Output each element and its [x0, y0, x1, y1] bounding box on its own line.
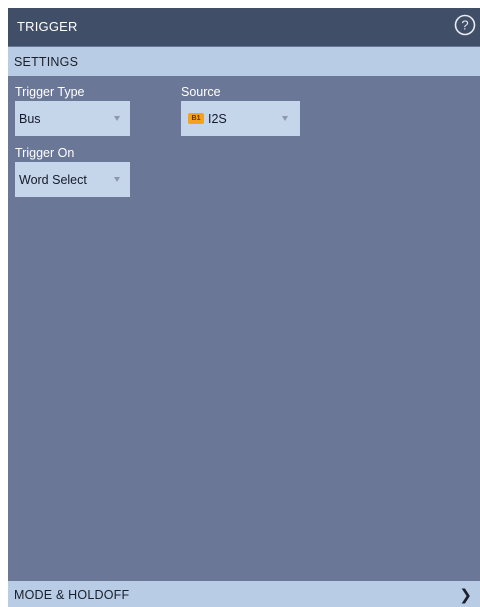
chevron-down-icon — [282, 116, 288, 121]
svg-text:?: ? — [461, 18, 468, 33]
chevron-down-icon — [114, 116, 120, 121]
source-value: I2S — [208, 112, 227, 126]
help-icon[interactable]: ? — [454, 14, 476, 36]
trigger-type-dropdown[interactable]: Bus — [15, 101, 130, 136]
trigger-on-label: Trigger On — [15, 146, 75, 160]
title-bar: TRIGGER ? — [8, 8, 480, 46]
bus-badge: B1 — [188, 113, 204, 124]
settings-section-header[interactable]: SETTINGS — [8, 47, 480, 76]
trigger-on-dropdown[interactable]: Word Select — [15, 162, 130, 197]
mode-holdoff-label: MODE & HOLDOFF — [14, 588, 130, 602]
panel-title: TRIGGER — [17, 19, 78, 34]
trigger-type-value: Bus — [19, 112, 41, 126]
trigger-on-value: Word Select — [19, 173, 87, 187]
source-dropdown[interactable]: B1 I2S — [181, 101, 300, 136]
source-label: Source — [181, 85, 221, 99]
chevron-down-icon — [114, 177, 120, 182]
trigger-panel: TRIGGER ? SETTINGS Trigger Type Bus Sour… — [8, 8, 480, 607]
chevron-right-icon: ❯ — [459, 587, 472, 604]
trigger-type-label: Trigger Type — [15, 85, 85, 99]
mode-holdoff-section-header[interactable]: MODE & HOLDOFF ❯ — [8, 581, 480, 607]
settings-section-label: SETTINGS — [14, 55, 79, 69]
